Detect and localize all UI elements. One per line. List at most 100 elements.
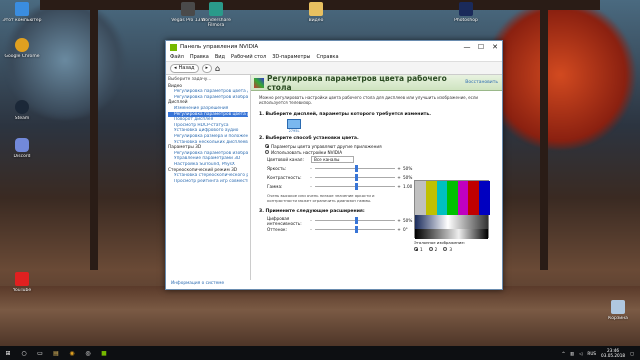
menu-edit[interactable]: Правка: [190, 54, 209, 60]
windows-start-icon[interactable]: ⊞: [0, 346, 16, 360]
folder-icon: [309, 2, 323, 16]
chevron-up-icon[interactable]: ^: [562, 351, 566, 356]
section-2-title: 2. Выберите способ установки цвета.: [259, 136, 359, 141]
gamma-slider[interactable]: [315, 183, 395, 190]
content-header: Регулировка параметров цвета рабочего ст…: [251, 75, 502, 92]
radio-dot: [265, 144, 269, 148]
desktop-icon-youtube[interactable]: YouTube: [2, 272, 42, 293]
background-tree: [480, 0, 640, 150]
menu-3d[interactable]: 3D-параметры: [272, 54, 310, 60]
clock-date: 03.05.2018: [601, 353, 626, 358]
desktop-icon-steam[interactable]: Steam: [2, 100, 42, 121]
increase-button[interactable]: +: [395, 175, 403, 180]
system-info-link[interactable]: Информация о системе: [171, 281, 224, 286]
display-selector[interactable]: 2795L: [286, 119, 302, 133]
intensity-slider[interactable]: [315, 217, 395, 224]
task-tree-heading: Выберите задачу...: [168, 77, 212, 82]
menu-file[interactable]: Файл: [170, 54, 184, 60]
nvidia-control-panel-window[interactable]: Панель управления NVIDIA — ☐ ✕ Файл Прав…: [165, 40, 503, 290]
menu-desktop[interactable]: Рабочий стол: [231, 54, 266, 60]
increase-button[interactable]: +: [395, 166, 403, 171]
taskbar: ⊞ ○ ▭ ▤ ◉ ◎ ■ ^ ▥ ◁ RUS 23:46 03.05.2018…: [0, 346, 640, 360]
radio-dot: [428, 247, 433, 251]
increase-button[interactable]: +: [395, 184, 403, 189]
minimize-button[interactable]: —: [460, 41, 474, 53]
recycle-bin-icon: [611, 300, 625, 314]
background-floor: [0, 286, 640, 346]
desktop-icon-video[interactable]: Видео: [296, 2, 336, 23]
ref-option-2[interactable]: 2: [428, 246, 437, 252]
slider-thumb[interactable]: [355, 174, 358, 181]
clock[interactable]: 23:46 03.05.2018: [601, 348, 625, 358]
filmora-icon: [209, 2, 223, 16]
chrome-taskbar-icon[interactable]: ◉: [64, 346, 80, 360]
task-tree: Выберите задачу... Видео Регулировка пар…: [166, 75, 251, 280]
contrast-slider[interactable]: [315, 174, 395, 181]
ref-option-3[interactable]: 3: [443, 246, 452, 252]
brightness-row: Яркость: - + 50%: [251, 164, 502, 173]
hue-slider[interactable]: [315, 226, 395, 233]
slider-thumb[interactable]: [355, 226, 358, 233]
desktop-icon-photoshop[interactable]: Photoshop: [446, 2, 486, 23]
slider-thumb[interactable]: [355, 183, 358, 190]
intensity-label: Цифровая интенсивность:: [267, 215, 302, 226]
monitor-icon: [287, 119, 301, 129]
restore-link[interactable]: Восстановить: [465, 80, 498, 85]
nvidia-logo-icon: [170, 43, 177, 51]
language-indicator[interactable]: RUS: [587, 351, 596, 356]
desktop-icon-recycle[interactable]: Корзина: [598, 300, 638, 321]
computer-icon: [15, 2, 29, 16]
decrease-button[interactable]: -: [307, 218, 315, 223]
decrease-button[interactable]: -: [307, 175, 315, 180]
content-panel: Регулировка параметров цвета рабочего ст…: [251, 75, 502, 280]
task-game-rating[interactable]: Просмотр рейтинга игр совместимости: [168, 179, 248, 185]
hue-label: Оттенок:: [267, 227, 287, 232]
desktop-icon-filmora[interactable]: Wondershare Filmora: [196, 2, 236, 28]
photoshop-icon: [459, 2, 473, 16]
increase-button[interactable]: +: [395, 218, 403, 223]
close-button[interactable]: ✕: [488, 41, 502, 53]
task-view-icon[interactable]: ▭: [32, 346, 48, 360]
brightness-slider[interactable]: [315, 165, 395, 172]
gamma-label: Гамма:: [267, 184, 283, 189]
arrow-left-icon: ◂: [174, 65, 177, 71]
radio-dot: [443, 247, 448, 251]
radio-dot: [265, 150, 269, 154]
home-icon[interactable]: ⌂: [215, 64, 220, 73]
task-desktop-size[interactable]: Регулировка размера и положения рабочего…: [168, 134, 248, 140]
explorer-icon[interactable]: ▤: [48, 346, 64, 360]
network-icon[interactable]: ▥: [570, 351, 574, 356]
back-button[interactable]: ◂ Назад: [170, 63, 199, 73]
chrome-icon: [15, 38, 29, 52]
task-video-color[interactable]: Регулировка параметров цвета для видео: [168, 89, 248, 95]
desktop-icon-chrome[interactable]: Google Chrome: [2, 38, 42, 59]
channel-select[interactable]: Все каналы: [311, 156, 355, 163]
maximize-button[interactable]: ☐: [474, 41, 488, 53]
increase-button[interactable]: +: [395, 227, 403, 232]
desktop-icon-discord[interactable]: Discord: [2, 138, 42, 159]
color-settings-icon: [254, 77, 264, 88]
menu-view[interactable]: Вид: [215, 54, 225, 60]
slider-thumb[interactable]: [355, 217, 358, 224]
task-stereo-setup[interactable]: Установка стереоскопического режима 3D: [168, 173, 248, 179]
volume-icon[interactable]: ◁: [579, 351, 582, 356]
desktop-icon-this-pc[interactable]: Этот компьютер: [2, 2, 42, 23]
decrease-button[interactable]: -: [307, 184, 315, 189]
notifications-icon[interactable]: ▢: [630, 351, 634, 356]
title-bar[interactable]: Панель управления NVIDIA — ☐ ✕: [166, 41, 502, 53]
brightness-value: 50%: [403, 166, 413, 171]
decrease-button[interactable]: -: [307, 166, 315, 171]
slider-thumb[interactable]: [355, 165, 358, 172]
menu-help[interactable]: Справка: [316, 54, 338, 60]
reference-options: 1 2 3: [414, 246, 452, 252]
steam-taskbar-icon[interactable]: ◎: [80, 346, 96, 360]
forward-button[interactable]: ▸: [201, 63, 213, 73]
background-beam: [540, 0, 548, 270]
channel-label: Цветовой канал:: [267, 157, 304, 162]
ref-option-1[interactable]: 1: [414, 246, 423, 252]
decrease-button[interactable]: -: [307, 227, 315, 232]
search-icon[interactable]: ○: [16, 346, 32, 360]
nvidia-taskbar-icon[interactable]: ■: [96, 346, 112, 360]
menu-bar: Файл Правка Вид Рабочий стол 3D-параметр…: [166, 53, 502, 62]
toolbar: ◂ Назад ▸ ⌂: [166, 62, 502, 75]
